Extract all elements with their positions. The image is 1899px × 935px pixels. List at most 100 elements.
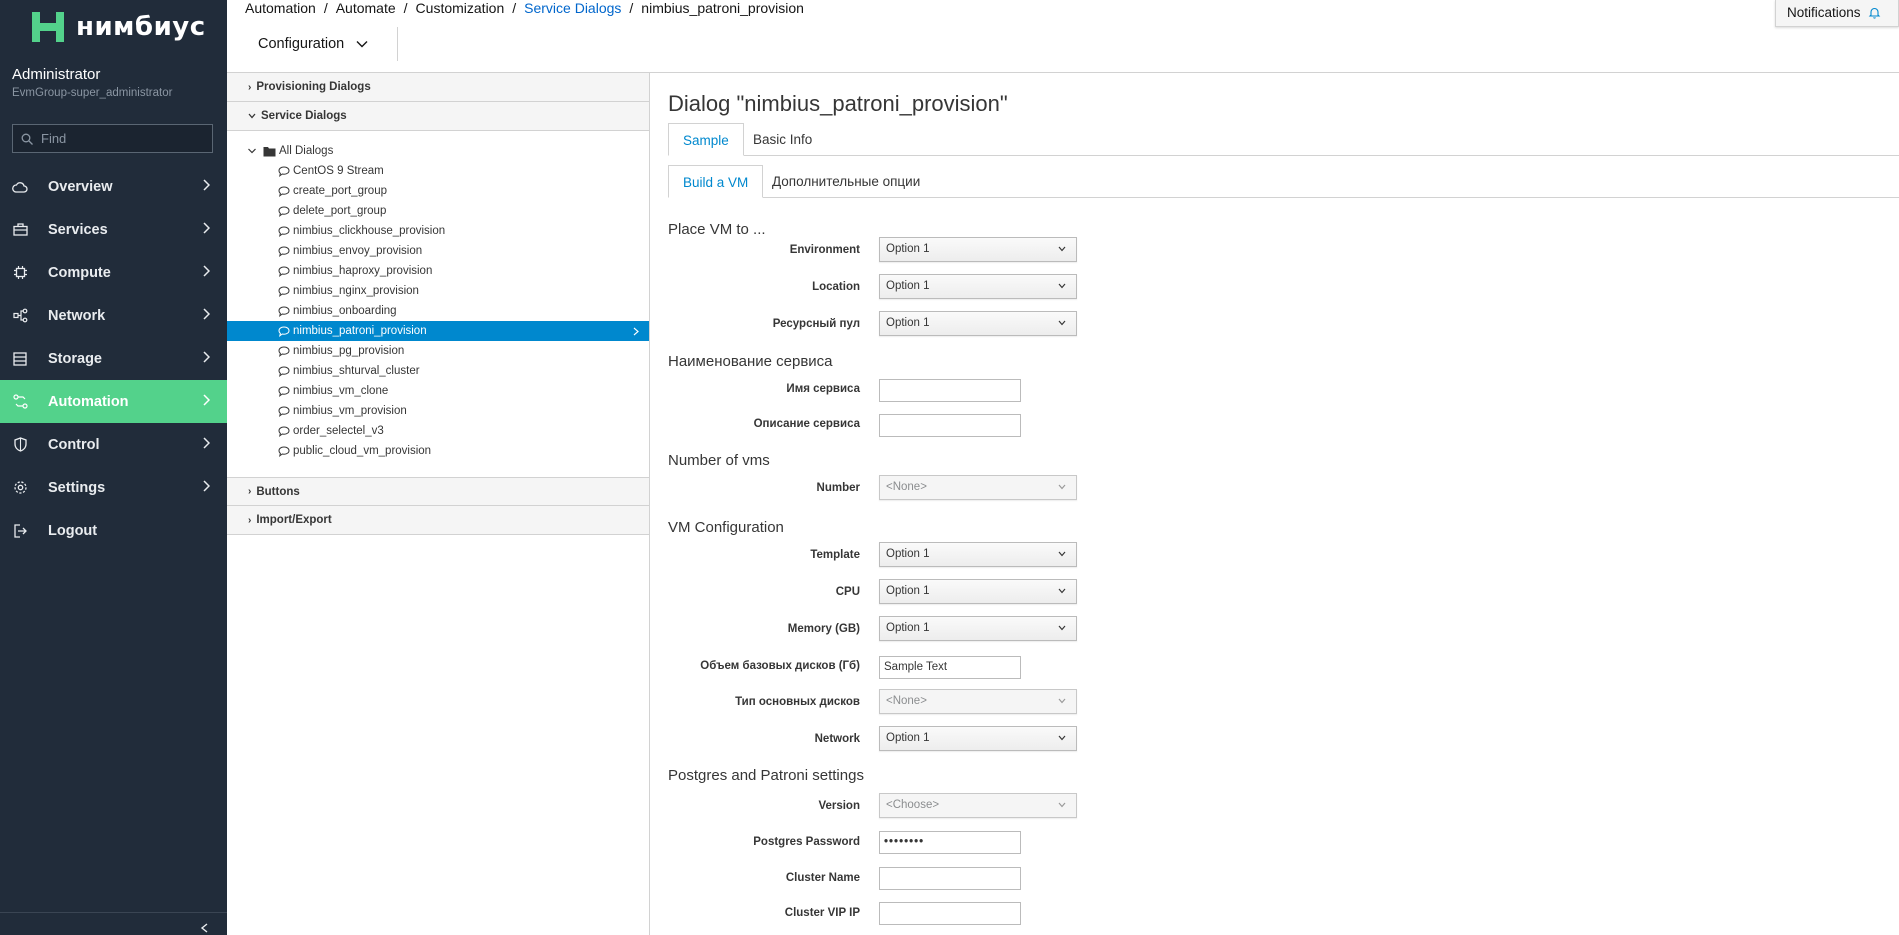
tree-item[interactable]: CentOS 9 Stream [227, 161, 649, 181]
tree-label: nimbius_haproxy_provision [293, 265, 433, 277]
breadcrumb-item-automate[interactable]: Automate [336, 0, 396, 16]
network-select[interactable]: Option 1 [879, 726, 1077, 751]
chevron-right-icon: › [248, 486, 252, 497]
chevron-down-icon[interactable] [247, 147, 257, 155]
nav-services[interactable]: Services [0, 208, 227, 251]
tree-item[interactable]: nimbius_pg_provision [227, 341, 649, 361]
tree-root-all-dialogs[interactable]: All Dialogs [227, 141, 649, 161]
tree-item[interactable]: nimbius_nginx_provision [227, 281, 649, 301]
tree-item[interactable]: nimbius_shturval_cluster [227, 361, 649, 381]
nav-automation[interactable]: Automation [0, 380, 227, 423]
tree-item[interactable]: nimbius_vm_provision [227, 401, 649, 421]
cpu-label: CPU [835, 586, 860, 598]
chevron-right-icon: › [248, 514, 252, 526]
section-vm-configuration: VM Configuration [668, 519, 784, 536]
chevron-right-icon: › [248, 81, 252, 93]
version-select[interactable]: <Choose> [879, 793, 1077, 818]
template-label: Template [810, 549, 860, 561]
breadcrumb-item-customization[interactable]: Customization [416, 0, 505, 16]
dialog-content: Dialog "nimbius_patroni_provision" Sampl… [651, 73, 1899, 935]
memory-select[interactable]: Option 1 [879, 616, 1077, 641]
user-group: EvmGroup-super_administrator [12, 87, 173, 99]
network-label: Network [814, 733, 860, 745]
accordion-buttons[interactable]: › Buttons [227, 477, 649, 506]
breadcrumb-item-service-dialogs[interactable]: Service Dialogs [524, 0, 621, 16]
cluster-vip-input[interactable] [879, 902, 1021, 925]
select-value: Option 1 [886, 622, 930, 634]
cpu-select[interactable]: Option 1 [879, 579, 1077, 604]
comment-icon [278, 445, 290, 457]
postgres-password-label: Postgres Password [753, 836, 860, 848]
nav-label: Storage [48, 350, 102, 367]
location-select[interactable]: Option 1 [879, 274, 1077, 299]
tree-item[interactable]: create_port_group [227, 181, 649, 201]
accordion-import-export[interactable]: › Import/Export [227, 506, 649, 535]
number-select[interactable]: <None> [879, 475, 1077, 500]
nav-network[interactable]: Network [0, 294, 227, 337]
find-box [12, 124, 213, 153]
breadcrumb-item-current: nimbius_patroni_provision [641, 0, 804, 16]
breadcrumb-item-automation[interactable]: Automation [245, 0, 316, 16]
nav-compute[interactable]: Compute [0, 251, 227, 294]
user-name[interactable]: Administrator [12, 66, 100, 83]
tree-item[interactable]: public_cloud_vm_provision [227, 441, 649, 461]
template-select[interactable]: Option 1 [879, 542, 1077, 567]
briefcase-icon [12, 222, 28, 238]
base-disk-input[interactable]: Sample Text [879, 656, 1021, 679]
nav-label: Network [48, 307, 106, 324]
postgres-password-input[interactable]: •••••••• [879, 831, 1021, 854]
tree-item[interactable]: nimbius_haproxy_provision [227, 261, 649, 281]
tree-item[interactable]: nimbius_clickhouse_provision [227, 221, 649, 241]
service-name-input[interactable] [879, 379, 1021, 402]
nav-label: Automation [48, 393, 129, 410]
resource-pool-select[interactable]: Option 1 [879, 311, 1077, 336]
chevron-down-icon [1058, 625, 1066, 631]
network-icon [12, 308, 28, 324]
nav-control[interactable]: Control [0, 423, 227, 466]
accordion-service-dialogs[interactable]: Service Dialogs [227, 102, 649, 131]
brand-logo[interactable]: нимбиус [28, 8, 206, 46]
find-input[interactable] [41, 131, 201, 146]
tab-additional-options[interactable]: Дополнительные опции [758, 165, 934, 198]
tree-item[interactable]: nimbius_patroni_provision [227, 321, 649, 341]
tab-build-a-vm[interactable]: Build a VM [668, 165, 764, 198]
configuration-dropdown[interactable]: Configuration [258, 36, 368, 52]
nav-logout[interactable]: Logout [0, 509, 227, 552]
nav-settings[interactable]: Settings [0, 466, 227, 509]
chevron-right-icon [203, 222, 210, 234]
tree-item[interactable]: delete_port_group [227, 201, 649, 221]
comment-icon [278, 405, 290, 417]
tab-sample[interactable]: Sample [668, 123, 744, 156]
comment-icon [278, 225, 290, 237]
chevron-down-icon [1058, 320, 1066, 326]
chevron-down-icon [248, 113, 256, 119]
breadcrumb-separator: / [512, 0, 517, 16]
comment-icon [278, 305, 290, 317]
comment-icon [278, 265, 290, 277]
nav-storage[interactable]: Storage [0, 337, 227, 380]
tree-label: public_cloud_vm_provision [293, 445, 432, 457]
comment-icon [278, 425, 290, 437]
tree-item[interactable]: nimbius_vm_clone [227, 381, 649, 401]
notifications-button[interactable]: Notifications [1775, 0, 1899, 27]
chevron-right-icon [203, 265, 210, 277]
tree-item[interactable]: nimbius_envoy_provision [227, 241, 649, 261]
disk-type-select[interactable]: <None> [879, 689, 1077, 714]
tree-item[interactable]: order_selectel_v3 [227, 421, 649, 441]
service-description-input[interactable] [879, 414, 1021, 437]
tree-item[interactable]: nimbius_onboarding [227, 301, 649, 321]
chevron-right-icon [203, 480, 210, 492]
notifications-label: Notifications [1787, 5, 1861, 20]
tab-basic-info[interactable]: Basic Info [739, 123, 826, 156]
chevron-right-icon [203, 179, 210, 191]
accordion-provisioning-dialogs[interactable]: › Provisioning Dialogs [227, 73, 649, 102]
cluster-name-input[interactable] [879, 867, 1021, 890]
cluster-vip-label: Cluster VIP IP [784, 907, 860, 919]
nav-overview[interactable]: Overview [0, 165, 227, 208]
comment-icon [278, 245, 290, 257]
nav-label: Services [48, 221, 108, 238]
tree-label: nimbius_nginx_provision [293, 285, 419, 297]
collapse-sidebar-icon[interactable] [199, 923, 209, 933]
resource-pool-label: Ресурсный пул [772, 318, 860, 330]
environment-select[interactable]: Option 1 [879, 237, 1077, 262]
